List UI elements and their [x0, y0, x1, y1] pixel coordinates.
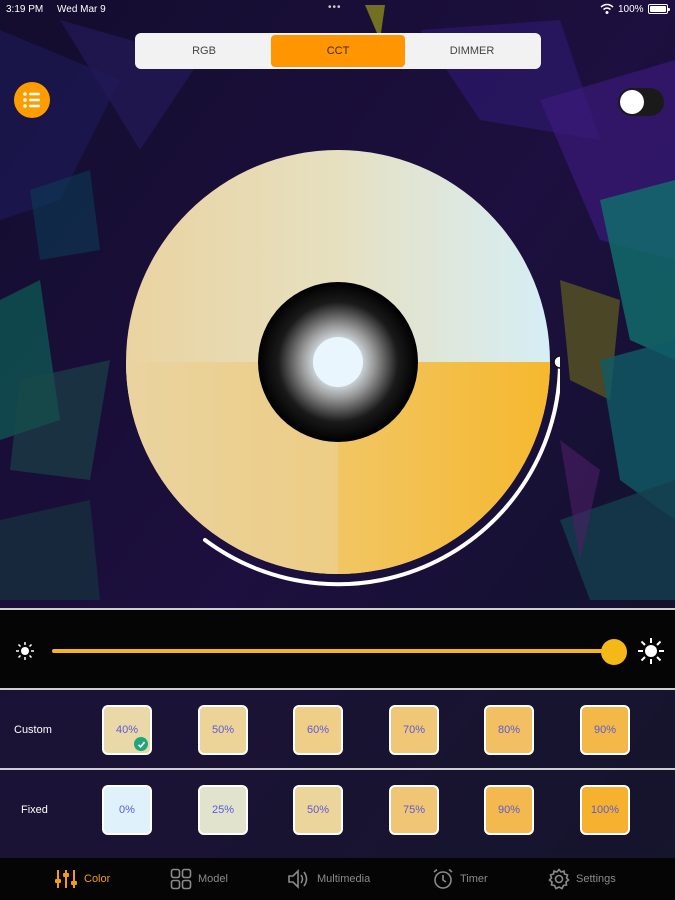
preset-label: 0% [119, 804, 135, 816]
tab-settings[interactable]: Settings [548, 868, 616, 890]
status-bar: 3:19 PM Wed Mar 9 ••• 100% [0, 0, 675, 20]
battery-percent: 100% [618, 4, 644, 15]
brightness-slider-thumb[interactable] [601, 639, 627, 665]
wheel-handle[interactable] [553, 355, 560, 369]
preset-label: 50% [306, 804, 330, 816]
wheel-center-light [313, 337, 363, 387]
preset-label: 60% [306, 724, 330, 736]
preset-label: 25% [211, 804, 235, 816]
fixed-preset-25[interactable]: 25% [198, 785, 248, 835]
tab-timer[interactable]: Timer [432, 868, 488, 890]
segment-dimmer[interactable]: DIMMER [405, 35, 539, 67]
power-toggle[interactable] [618, 88, 664, 116]
preset-label: 40% [115, 724, 139, 736]
fixed-preset-90[interactable]: 90% [484, 785, 534, 835]
preset-label: 90% [497, 804, 521, 816]
segment-rgb[interactable]: RGB [137, 35, 271, 67]
tab-color[interactable]: Color [54, 868, 110, 890]
speaker-icon [288, 869, 308, 889]
fixed-label: Fixed [21, 804, 48, 816]
wifi-icon [600, 3, 614, 14]
check-icon [134, 737, 148, 751]
custom-preset-50[interactable]: 50% [198, 705, 248, 755]
tab-label: Timer [460, 873, 488, 885]
alarm-clock-icon [433, 868, 453, 889]
preset-label: 100% [590, 804, 620, 816]
preset-label: 90% [593, 724, 617, 736]
tab-bar: Color Model Multimedia Timer Settings [0, 858, 675, 900]
fixed-preset-75[interactable]: 75% [389, 785, 439, 835]
custom-preset-60[interactable]: 60% [293, 705, 343, 755]
battery-icon [648, 4, 670, 14]
tab-multimedia[interactable]: Multimedia [287, 868, 370, 890]
tab-label: Color [84, 873, 111, 885]
custom-preset-80[interactable]: 80% [484, 705, 534, 755]
cct-wheel[interactable] [120, 140, 560, 590]
preset-label: 75% [402, 804, 426, 816]
tab-label: Settings [576, 873, 616, 885]
preset-label: 50% [211, 724, 235, 736]
divider-fixed [0, 768, 675, 770]
preset-label: 80% [497, 724, 521, 736]
menu-button[interactable] [14, 82, 50, 118]
fixed-preset-0[interactable]: 0% [102, 785, 152, 835]
custom-preset-40[interactable]: 40% [102, 705, 152, 755]
sliders-icon [55, 870, 77, 888]
custom-preset-90[interactable]: 90% [580, 705, 630, 755]
status-date: Wed Mar 9 [57, 4, 106, 15]
preset-label: 70% [402, 724, 426, 736]
brightness-low-icon [16, 642, 34, 660]
fixed-preset-50[interactable]: 50% [293, 785, 343, 835]
segment-cct[interactable]: CCT [271, 35, 405, 67]
mode-segmented-control: RGB CCT DIMMER [135, 33, 541, 69]
status-time: 3:19 PM [6, 4, 44, 15]
custom-preset-70[interactable]: 70% [389, 705, 439, 755]
gear-icon [548, 868, 570, 890]
toggle-knob [620, 90, 644, 114]
brightness-high-icon [638, 638, 664, 664]
grid-icon [170, 868, 192, 890]
divider-custom [0, 688, 675, 690]
brightness-slider-track[interactable] [52, 649, 614, 653]
tab-label: Multimedia [317, 873, 371, 885]
custom-label: Custom [14, 724, 52, 736]
multitask-dots[interactable]: ••• [328, 2, 342, 13]
tab-label: Model [198, 873, 228, 885]
fixed-preset-100[interactable]: 100% [580, 785, 630, 835]
tab-model[interactable]: Model [170, 868, 228, 890]
list-icon [23, 92, 40, 108]
